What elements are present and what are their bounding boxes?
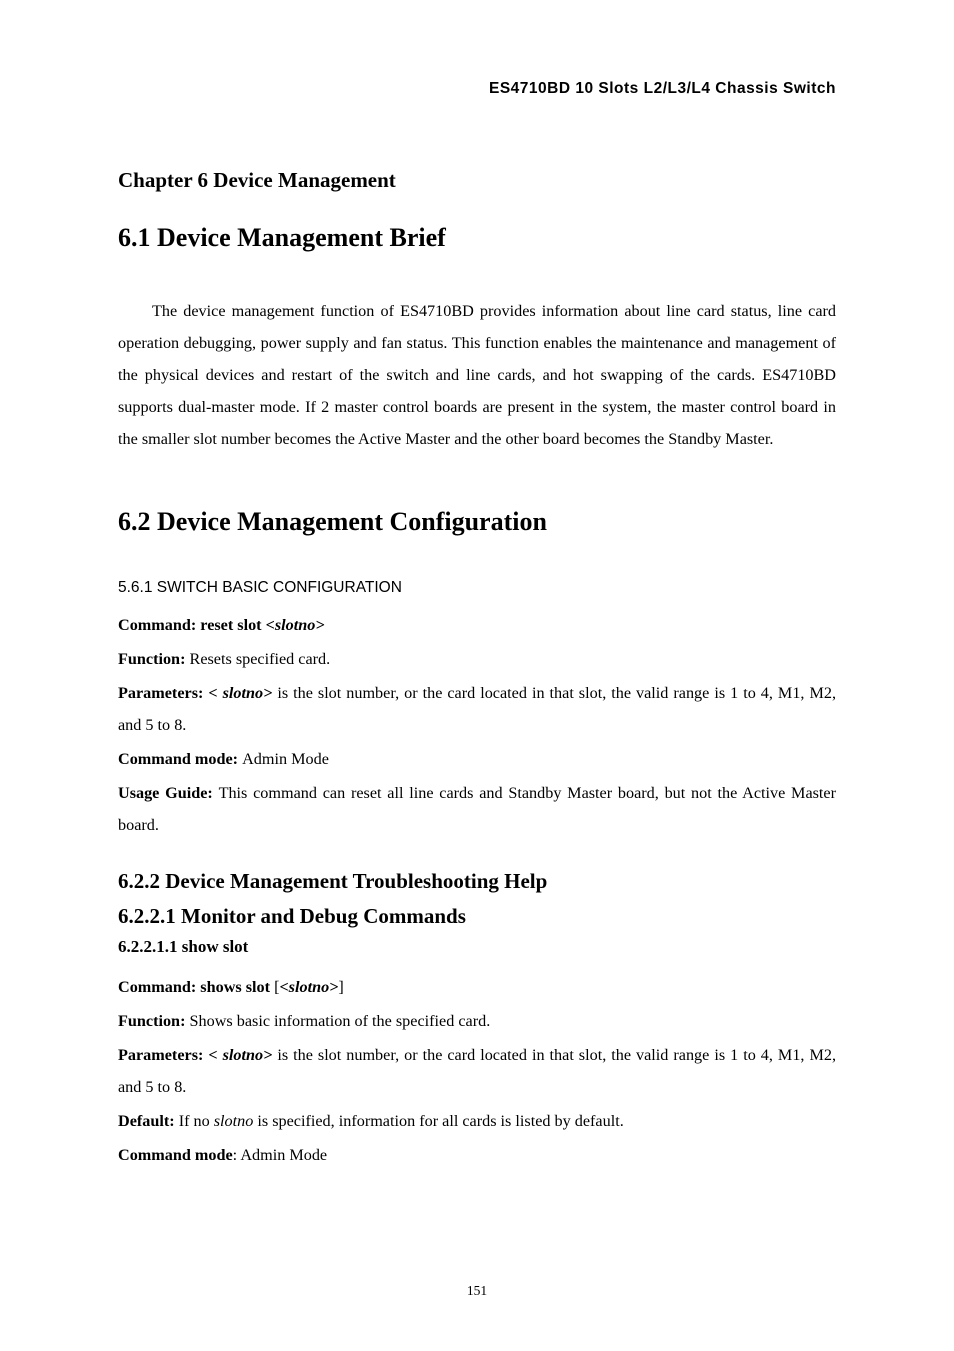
subsection-5-6-1: 5.6.1 SWITCH BASIC CONFIGURATION bbox=[118, 579, 836, 597]
command-mode2-line: Command mode: Admin Mode bbox=[118, 1139, 836, 1171]
parameters2-param: < slotno> bbox=[208, 1046, 272, 1064]
function2-line: Function: Shows basic information of the… bbox=[118, 1005, 836, 1037]
parameters-param: < slotno> bbox=[208, 684, 272, 702]
command2-param: <slotno> bbox=[279, 978, 338, 996]
heading-6-2-2-1: 6.2.2.1 Monitor and Debug Commands bbox=[118, 904, 836, 929]
command-label: Command: bbox=[118, 616, 200, 634]
page-number: 151 bbox=[0, 1283, 954, 1299]
section-6-2-heading: 6.2 Device Management Configuration bbox=[118, 507, 836, 537]
command-mode2-text: : Admin Mode bbox=[233, 1146, 327, 1164]
command-shows-slot: Command: shows slot [<slotno>] bbox=[118, 971, 836, 1003]
heading-6-2-2-1-1: 6.2.2.1.1 show slot bbox=[118, 937, 836, 957]
command-mode-text: Admin Mode bbox=[242, 750, 329, 768]
command-mode-label: Command mode: bbox=[118, 750, 242, 768]
usage-guide-label: Usage Guide: bbox=[118, 784, 219, 802]
default-post: is specified, information for all cards … bbox=[253, 1112, 623, 1130]
function-line: Function: Resets specified card. bbox=[118, 643, 836, 675]
parameters2-label: Parameters: bbox=[118, 1046, 208, 1064]
command2-text-prefix: shows slot bbox=[200, 978, 274, 996]
command-reset-slot: Command: reset slot <slotno> bbox=[118, 609, 836, 641]
chapter-title: Chapter 6 Device Management bbox=[118, 168, 836, 193]
heading-6-2-2: 6.2.2 Device Management Troubleshooting … bbox=[118, 869, 836, 894]
command-mode2-label: Command mode bbox=[118, 1146, 233, 1164]
parameters2-line: Parameters: < slotno> is the slot number… bbox=[118, 1039, 836, 1103]
command-mode-line: Command mode: Admin Mode bbox=[118, 743, 836, 775]
function2-label: Function: bbox=[118, 1012, 190, 1030]
section-6-1-heading: 6.1 Device Management Brief bbox=[118, 223, 836, 253]
parameters-line: Parameters: < slotno> is the slot number… bbox=[118, 677, 836, 741]
command-text-prefix: reset slot bbox=[200, 616, 265, 634]
default-pre: If no bbox=[179, 1112, 214, 1130]
usage-guide-line: Usage Guide: This command can reset all … bbox=[118, 777, 836, 841]
section-6-1-paragraph: The device management function of ES4710… bbox=[118, 295, 836, 455]
parameters-label: Parameters: bbox=[118, 684, 208, 702]
running-header: ES4710BD 10 Slots L2/L3/L4 Chassis Switc… bbox=[118, 80, 836, 98]
usage-guide-text: This command can reset all line cards an… bbox=[118, 784, 836, 834]
function-label: Function: bbox=[118, 650, 190, 668]
function2-text: Shows basic information of the specified… bbox=[190, 1012, 491, 1030]
default-line: Default: If no slotno is specified, info… bbox=[118, 1105, 836, 1137]
section-6-1-text: The device management function of ES4710… bbox=[118, 302, 836, 448]
default-label: Default: bbox=[118, 1112, 179, 1130]
command2-label: Command: bbox=[118, 978, 200, 996]
command-param: <slotno> bbox=[266, 616, 325, 634]
bracket-close: ] bbox=[338, 978, 343, 996]
default-em: slotno bbox=[214, 1112, 254, 1130]
function-text: Resets specified card. bbox=[190, 650, 331, 668]
